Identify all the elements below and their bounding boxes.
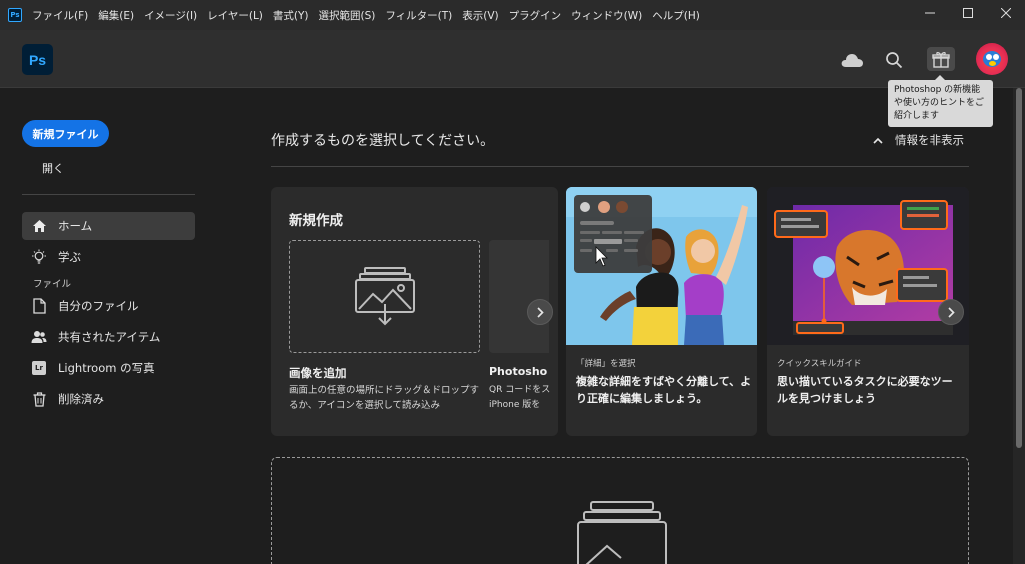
menu-window[interactable]: ウィンドウ(W) bbox=[571, 8, 642, 23]
sidebar-item-lightroom[interactable]: Lr Lightroom の写真 bbox=[22, 354, 195, 382]
sidebar-item-learn[interactable]: 学ぶ bbox=[22, 243, 195, 271]
mobile-import-box[interactable] bbox=[489, 240, 549, 353]
sidebar-item-home[interactable]: ホーム bbox=[22, 212, 195, 240]
feature-eyebrow: 「詳細」を選択 bbox=[576, 359, 636, 369]
hide-info-button[interactable]: 情報を非表示 bbox=[873, 132, 964, 148]
sidebar-item-label: 学ぶ bbox=[58, 250, 81, 264]
lightbulb-icon bbox=[31, 249, 47, 265]
menu-image[interactable]: イメージ(I) bbox=[144, 8, 197, 23]
menu-bar: Ps ファイル(F) 編集(E) イメージ(I) レイヤー(L) 書式(Y) 選… bbox=[0, 0, 1025, 30]
sidebar-item-deleted[interactable]: 削除済み bbox=[22, 385, 195, 413]
sidebar-item-label: 共有されたアイテム bbox=[58, 330, 161, 344]
scrollbar-thumb[interactable] bbox=[1016, 88, 1022, 448]
image-stack-icon bbox=[577, 500, 667, 564]
new-file-button[interactable]: 新規ファイル bbox=[22, 120, 109, 147]
page-title: 作成するものを選択してください。 bbox=[271, 133, 495, 149]
menu-select[interactable]: 選択範囲(S) bbox=[319, 8, 376, 23]
cloud-icon[interactable] bbox=[839, 47, 865, 73]
lightroom-icon: Lr bbox=[31, 360, 47, 376]
feature-image-people bbox=[566, 187, 757, 345]
gift-icon[interactable] bbox=[927, 47, 955, 71]
sidebar-item-shared[interactable]: 共有されたアイテム bbox=[22, 323, 195, 351]
feature-title: 思い描いているタスクに必要なツールを見つけましょう bbox=[777, 375, 953, 405]
menu-help[interactable]: ヘルプ(H) bbox=[652, 8, 700, 23]
feature-card-select-details[interactable]: 「詳細」を選択 複雑な詳細をすばやく分離して、より正確に編集しましょう。 bbox=[566, 187, 757, 436]
whats-new-tooltip: Photoshop の新機能や使い方のヒントをご紹介します bbox=[888, 75, 993, 127]
feature-title: 複雑な詳細をすばやく分離して、より正確に編集しましょう。 bbox=[576, 375, 752, 405]
menu-type[interactable]: 書式(Y) bbox=[273, 8, 309, 23]
lightroom-badge: Lr bbox=[32, 361, 46, 375]
add-image-dropbox[interactable] bbox=[289, 240, 480, 353]
maximize-icon[interactable] bbox=[949, 0, 987, 26]
menu-filter[interactable]: フィルター(T) bbox=[385, 8, 452, 23]
photoshop-mobile-desc-line: iPhone 版を bbox=[489, 400, 541, 410]
sidebar-item-label: ホーム bbox=[58, 219, 93, 233]
new-creation-card: 新規作成 画像を追加 画面上の任意の場所にドラッグ＆ドロップするか、アイコンを選… bbox=[271, 187, 558, 436]
carousel-next-button[interactable] bbox=[938, 299, 964, 325]
feature-image-tiger bbox=[767, 187, 969, 345]
menu-layer[interactable]: レイヤー(L) bbox=[207, 8, 263, 23]
add-image-label: 画像を追加 bbox=[289, 366, 347, 380]
avatar[interactable] bbox=[976, 43, 1008, 75]
minimize-icon[interactable] bbox=[911, 0, 949, 26]
main-scrollbar[interactable] bbox=[1013, 88, 1025, 564]
window-controls bbox=[911, 0, 1025, 30]
hide-info-label: 情報を非表示 bbox=[895, 133, 964, 147]
chevron-right-icon bbox=[947, 306, 955, 318]
menu-view[interactable]: 表示(V) bbox=[462, 8, 498, 23]
file-drop-zone[interactable] bbox=[271, 457, 969, 564]
photoshop-mobile-desc-line: QR コードをス bbox=[489, 385, 551, 395]
photoshop-mobile-desc: QR コードをス iPhone 版を bbox=[489, 383, 550, 413]
new-creation-title: 新規作成 bbox=[289, 213, 343, 229]
photoshop-logo[interactable]: Ps bbox=[22, 44, 53, 75]
feature-eyebrow: クイックスキルガイド bbox=[777, 359, 862, 369]
next-arrow-button[interactable] bbox=[527, 299, 553, 325]
menu-plugins[interactable]: プラグイン bbox=[509, 8, 562, 23]
photoshop-app-icon[interactable]: Ps bbox=[8, 8, 22, 22]
chevron-right-icon bbox=[536, 306, 544, 318]
files-section-label: ファイル bbox=[33, 279, 72, 290]
sidebar-item-label: 自分のファイル bbox=[58, 299, 139, 313]
chevron-up-icon bbox=[873, 137, 883, 144]
app-header: Ps bbox=[0, 30, 1025, 88]
close-icon[interactable] bbox=[987, 0, 1025, 26]
menu-file[interactable]: ファイル(F) bbox=[32, 8, 88, 23]
sidebar: 新規ファイル 開く ホーム 学ぶ ファイル 自分のファイル 共有されたアイテム … bbox=[0, 88, 215, 564]
sidebar-item-label: 削除済み bbox=[58, 392, 104, 406]
open-button[interactable]: 開く bbox=[42, 160, 64, 176]
photoshop-mobile-label: Photosho bbox=[489, 365, 548, 378]
sidebar-item-my-files[interactable]: 自分のファイル bbox=[22, 292, 195, 320]
trash-icon bbox=[31, 391, 47, 407]
document-icon bbox=[31, 298, 47, 314]
image-import-icon bbox=[354, 266, 415, 328]
home-icon bbox=[31, 218, 47, 234]
people-icon bbox=[31, 329, 47, 345]
sidebar-divider bbox=[22, 194, 195, 195]
sidebar-item-label: Lightroom の写真 bbox=[58, 361, 155, 375]
content-divider bbox=[271, 166, 969, 167]
add-image-description: 画面上の任意の場所にドラッグ＆ドロップするか、アイコンを選択して読み込み bbox=[289, 385, 480, 411]
menu-edit[interactable]: 編集(E) bbox=[98, 8, 134, 23]
search-icon[interactable] bbox=[881, 47, 907, 73]
